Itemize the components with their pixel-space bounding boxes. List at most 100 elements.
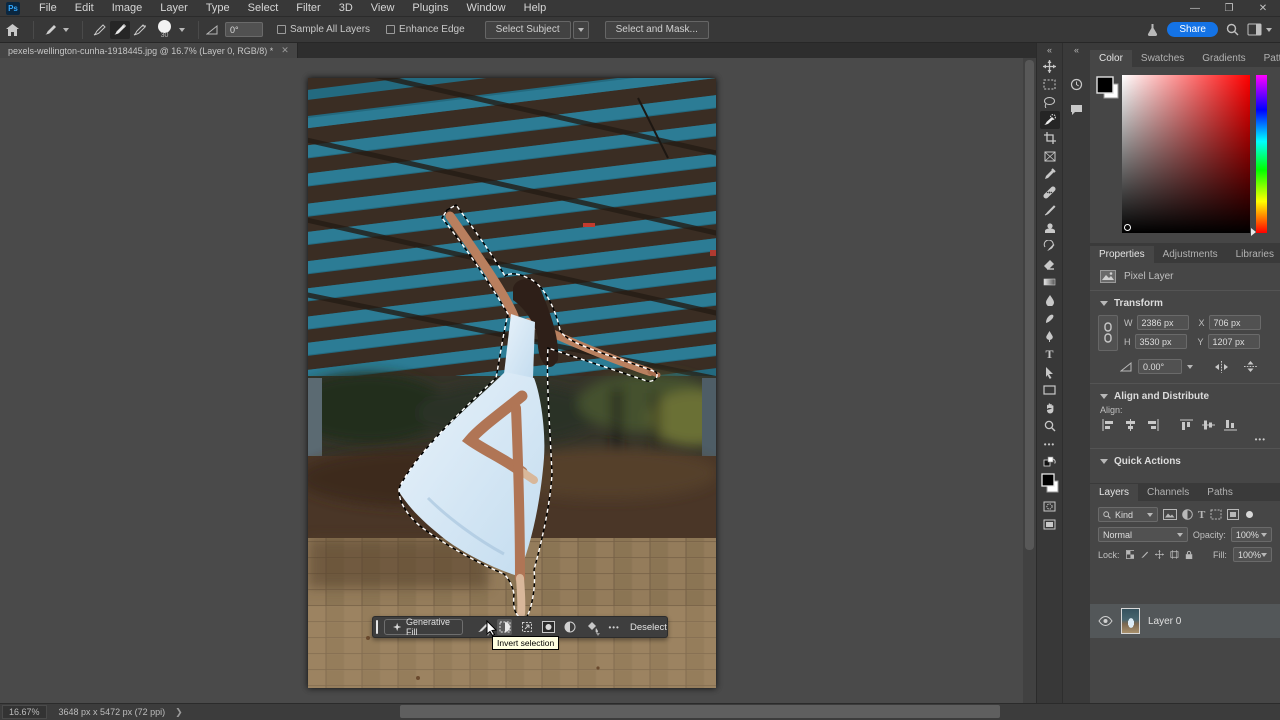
gradient-tool-icon[interactable]: [1040, 273, 1060, 291]
frame-tool-icon[interactable]: [1040, 147, 1060, 165]
adjustment-icon[interactable]: [563, 619, 578, 635]
deselect-button[interactable]: Deselect: [630, 622, 667, 633]
align-left-icon[interactable]: [1102, 419, 1115, 431]
path-select-tool-icon[interactable]: [1040, 363, 1060, 381]
fill-field[interactable]: 100%: [1233, 547, 1272, 562]
clone-stamp-tool-icon[interactable]: [1040, 219, 1060, 237]
filter-adjustment-icon[interactable]: [1182, 509, 1193, 520]
align-center-h-icon[interactable]: [1124, 419, 1137, 431]
select-subject-button[interactable]: Select Subject: [485, 21, 571, 39]
move-tool-icon[interactable]: [1040, 57, 1060, 75]
height-field[interactable]: 3530 px: [1135, 334, 1187, 349]
tab-layers[interactable]: Layers: [1090, 484, 1138, 501]
menu-edit[interactable]: Edit: [66, 0, 103, 16]
menu-image[interactable]: Image: [103, 0, 152, 16]
menu-view[interactable]: View: [362, 0, 404, 16]
tab-libraries[interactable]: Libraries: [1227, 246, 1280, 263]
align-middle-v-icon[interactable]: [1202, 419, 1215, 431]
tab-channels[interactable]: Channels: [1138, 484, 1198, 501]
dock-collapse-icon[interactable]: «: [1074, 43, 1079, 57]
flip-horizontal-icon[interactable]: [1214, 361, 1229, 373]
maximize-button[interactable]: ❐: [1212, 3, 1246, 14]
workspace-switcher-icon[interactable]: [1247, 23, 1262, 36]
hand-tool-icon[interactable]: [1040, 399, 1060, 417]
tab-paths[interactable]: Paths: [1198, 484, 1242, 501]
selection-brush-tool-preset-icon[interactable]: [41, 21, 61, 39]
link-wh-icon[interactable]: [1098, 315, 1118, 351]
filter-image-icon[interactable]: [1163, 509, 1177, 520]
search-icon[interactable]: [1226, 23, 1239, 36]
history-panel-icon[interactable]: [1067, 75, 1087, 93]
tab-patterns[interactable]: Patterns: [1255, 50, 1280, 67]
tool-preset-chevron-icon[interactable]: [63, 28, 69, 32]
photo-document[interactable]: [308, 78, 716, 688]
align-bottom-icon[interactable]: [1224, 419, 1237, 431]
invert-selection-icon[interactable]: [497, 619, 512, 635]
zoom-tool-icon[interactable]: [1040, 417, 1060, 435]
menu-plugins[interactable]: Plugins: [403, 0, 457, 16]
select-and-mask-button[interactable]: Select and Mask...: [605, 21, 709, 39]
history-brush-tool-icon[interactable]: [1040, 237, 1060, 255]
fill-selection-icon[interactable]: [585, 619, 600, 635]
hue-slider[interactable]: [1256, 75, 1267, 233]
layer-visibility-eye-icon[interactable]: [1098, 616, 1113, 626]
smudge-tool-icon[interactable]: [1040, 309, 1060, 327]
document-tab[interactable]: pexels-wellington-cunha-1918445.jpg @ 16…: [0, 43, 298, 58]
add-to-selection-mode-icon[interactable]: [110, 21, 130, 39]
quick-mask-icon[interactable]: [1040, 497, 1060, 515]
menu-file[interactable]: File: [30, 0, 66, 16]
layer-thumbnail[interactable]: [1121, 608, 1140, 634]
hue-slider-marker[interactable]: [1251, 228, 1256, 236]
contextual-task-bar[interactable]: Generative Fill ••• Deselect: [372, 616, 668, 638]
align-right-icon[interactable]: [1146, 419, 1159, 431]
document-tab-close-icon[interactable]: ✕: [281, 45, 289, 56]
menu-type[interactable]: Type: [197, 0, 239, 16]
status-info-chevron-icon[interactable]: ❯: [175, 707, 183, 718]
zoom-level-field[interactable]: 16.67%: [2, 705, 47, 719]
menu-select[interactable]: Select: [239, 0, 288, 16]
rotation-field[interactable]: 0.00°: [1138, 359, 1182, 374]
transform-selection-icon[interactable]: [519, 619, 534, 635]
close-button[interactable]: ✕: [1246, 3, 1280, 14]
color-fg-bg-swatches[interactable]: [1096, 76, 1120, 100]
pen-tool-icon[interactable]: [1040, 327, 1060, 345]
workspace-chevron-icon[interactable]: [1266, 28, 1272, 32]
align-more-options[interactable]: •••: [1090, 431, 1280, 444]
selection-brush-tool-icon[interactable]: [1040, 111, 1060, 129]
shape-tool-icon[interactable]: [1040, 381, 1060, 399]
color-field[interactable]: [1122, 75, 1250, 233]
generative-fill-button[interactable]: Generative Fill: [384, 619, 464, 635]
taskbar-drag-handle[interactable]: [376, 620, 378, 634]
canvas-horizontal-scrollbar[interactable]: [400, 705, 1000, 718]
tab-color[interactable]: Color: [1090, 50, 1132, 67]
lock-all-icon[interactable]: [1185, 549, 1193, 561]
tab-gradients[interactable]: Gradients: [1193, 50, 1254, 67]
x-field[interactable]: 706 px: [1209, 315, 1261, 330]
lock-artboard-icon[interactable]: [1170, 549, 1179, 560]
brush-size-chevron-icon[interactable]: [179, 28, 185, 32]
lock-transparency-icon[interactable]: [1126, 549, 1135, 560]
subtract-from-selection-mode-icon[interactable]: [130, 21, 150, 39]
foreground-background-swatches[interactable]: [1040, 471, 1060, 497]
layer-filter-kind-select[interactable]: Kind: [1098, 507, 1158, 522]
filter-toggle-icon[interactable]: [1246, 511, 1253, 518]
width-field[interactable]: 2386 px: [1137, 315, 1189, 330]
taskbar-more-options[interactable]: •••: [608, 623, 619, 632]
new-selection-mode-icon[interactable]: [90, 21, 110, 39]
canvas-area[interactable]: Generative Fill ••• Deselect: [0, 58, 1036, 703]
menu-filter[interactable]: Filter: [287, 0, 329, 16]
rotation-chevron-icon[interactable]: [1187, 365, 1193, 369]
enhance-edge-checkbox[interactable]: Enhance Edge: [386, 24, 465, 35]
crop-tool-icon[interactable]: [1040, 129, 1060, 147]
layer-row[interactable]: Layer 0: [1090, 604, 1280, 638]
share-button[interactable]: Share: [1167, 22, 1218, 37]
edit-toolbar-icon[interactable]: •••: [1040, 435, 1060, 453]
eraser-tool-icon[interactable]: [1040, 255, 1060, 273]
type-tool-icon[interactable]: T: [1040, 345, 1060, 363]
tech-preview-flask-icon[interactable]: [1146, 23, 1159, 37]
filter-smart-object-icon[interactable]: [1227, 509, 1239, 520]
filter-type-icon[interactable]: T: [1198, 509, 1205, 521]
select-subject-chevron-icon[interactable]: [573, 21, 589, 39]
tab-adjustments[interactable]: Adjustments: [1154, 246, 1227, 263]
sample-all-layers-checkbox[interactable]: Sample All Layers: [277, 24, 370, 35]
